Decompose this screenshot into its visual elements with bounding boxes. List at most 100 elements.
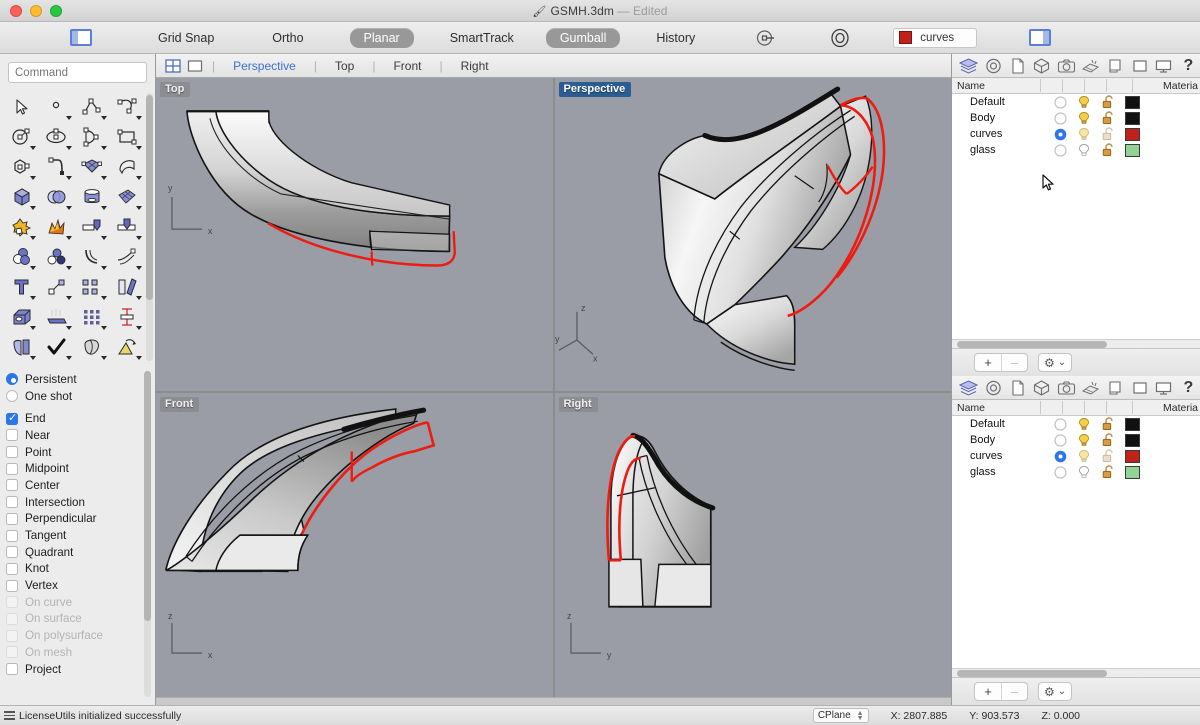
layer-visibility-bulb-glass-top[interactable]	[1072, 143, 1096, 157]
viewport-tab-perspective[interactable]: Perspective	[221, 59, 308, 73]
layer-current-radio-default-top[interactable]	[1048, 95, 1072, 109]
layer-current-radio-glass-top[interactable]	[1048, 143, 1072, 157]
layers-icon[interactable]	[957, 55, 980, 77]
object-icon[interactable]	[1030, 55, 1053, 77]
display-icon-bottom[interactable]	[1128, 377, 1151, 399]
layer-lock-body-bottom[interactable]	[1096, 433, 1120, 447]
layer-color-glass-top[interactable]	[1124, 143, 1140, 157]
right-panel-toggle-icon[interactable]	[1029, 29, 1052, 46]
tool-ellipse[interactable]	[39, 122, 74, 152]
tool-check-object[interactable]	[39, 332, 74, 362]
layer-visibility-bulb-default-top[interactable]	[1072, 95, 1096, 109]
osnap-mode-persistent[interactable]: Persistent	[6, 371, 155, 388]
document-icon-bottom[interactable]	[1006, 377, 1029, 399]
osnap-project[interactable]: Project	[6, 661, 155, 678]
checkbox-icon-near[interactable]	[6, 429, 18, 442]
tool-surface-from-points[interactable]	[75, 152, 110, 182]
tool-curve-fillet[interactable]	[39, 152, 74, 182]
tool-point[interactable]	[39, 92, 74, 122]
checkbox-icon-intersection[interactable]	[6, 496, 18, 509]
osnap-end[interactable]: End	[6, 410, 155, 427]
layer-add-remove-buttons-top[interactable]: + –	[974, 353, 1028, 372]
layer-row-body-bottom[interactable]: Body	[952, 432, 1200, 448]
layer-row-curves-top[interactable]: curves	[952, 126, 1200, 142]
layer-visibility-bulb-glass-bottom[interactable]	[1072, 465, 1096, 479]
toolbar-toggle-grid-snap[interactable]: Grid Snap	[144, 28, 228, 48]
command-input[interactable]	[8, 62, 147, 83]
monitor-icon[interactable]	[1152, 55, 1175, 77]
osnap-perpendicular[interactable]: Perpendicular	[6, 511, 155, 528]
layer-visibility-bulb-default-bottom[interactable]	[1072, 417, 1096, 431]
camera-icon-bottom[interactable]	[1055, 377, 1078, 399]
viewport-front[interactable]: Front z x	[156, 392, 553, 705]
help-icon-bottom[interactable]: ?	[1177, 377, 1200, 399]
layer-current-radio-glass-bottom[interactable]	[1048, 465, 1072, 479]
current-layer-color-swatch[interactable]	[899, 31, 913, 44]
tool-extrude-curve[interactable]	[75, 212, 110, 242]
tool-text[interactable]	[4, 272, 39, 302]
tool-offset-surface[interactable]	[110, 242, 145, 272]
notes-icon-bottom[interactable]	[1103, 377, 1126, 399]
layer-current-radio-body-bottom[interactable]	[1048, 433, 1072, 447]
layer-options-menu-top[interactable]: ⚙ ⌄	[1038, 353, 1073, 372]
layer-color-body-top[interactable]	[1124, 111, 1140, 125]
osnap-knot[interactable]: Knot	[6, 561, 155, 578]
layer-visibility-bulb-curves-bottom[interactable]	[1072, 449, 1096, 463]
tool-sphere[interactable]	[39, 182, 74, 212]
checkbox-icon-perpendicular[interactable]	[6, 512, 18, 525]
osnap-tangent[interactable]: Tangent	[6, 527, 155, 544]
tool-polygon[interactable]	[4, 152, 39, 182]
layer-lock-glass-top[interactable]	[1096, 143, 1120, 157]
osnap-target-icon[interactable]	[827, 26, 853, 50]
tool-surface-mesh[interactable]	[110, 182, 145, 212]
viewport-tab-front[interactable]: Front	[381, 59, 433, 73]
layer-lock-default-top[interactable]	[1096, 95, 1120, 109]
viewport-right[interactable]: Right z y	[554, 392, 951, 705]
display-icon[interactable]	[1128, 55, 1151, 77]
layer-current-radio-default-bottom[interactable]	[1048, 417, 1072, 431]
tool-trim-surface[interactable]	[4, 332, 39, 362]
viewport-perspective-label[interactable]: Perspective	[558, 82, 632, 97]
radio-icon-persistent[interactable]	[6, 373, 18, 386]
cplane-selector[interactable]: CPlane ▲ ▼	[812, 708, 869, 723]
osnap-scrollbar[interactable]	[144, 371, 151, 697]
four-view-layout-icon[interactable]	[162, 57, 184, 75]
layer-panel-hscroll-bottom[interactable]	[952, 668, 1200, 677]
tool-boolean-intersection[interactable]	[39, 242, 74, 272]
osnap-near[interactable]: Near	[6, 427, 155, 444]
tool-extrude-surface[interactable]	[110, 212, 145, 242]
viewport-right-label[interactable]: Right	[558, 396, 598, 412]
toolbar-toggle-history[interactable]: History	[642, 28, 709, 48]
layer-color-default-top[interactable]	[1124, 95, 1140, 109]
checkbox-icon-vertex[interactable]	[6, 579, 18, 592]
tool-render-lights[interactable]	[39, 302, 74, 332]
layer-visibility-bulb-body-top[interactable]	[1072, 111, 1096, 125]
checkbox-icon-end[interactable]	[6, 412, 18, 425]
viewport-front-label[interactable]: Front	[160, 396, 200, 412]
properties-icon-bottom[interactable]	[981, 377, 1004, 399]
tool-boolean-difference[interactable]	[4, 242, 39, 272]
layer-row-default-bottom[interactable]: Default	[952, 416, 1200, 432]
layer-panel-hscroll-top[interactable]	[952, 339, 1200, 348]
tool-box[interactable]	[4, 182, 39, 212]
tool-polyline[interactable]	[75, 92, 110, 122]
toolbar-toggle-ortho[interactable]: Ortho	[258, 28, 317, 48]
osnap-center[interactable]: Center	[6, 477, 155, 494]
tool-connect-points[interactable]	[39, 272, 74, 302]
tool-mirror-object[interactable]	[110, 272, 145, 302]
toolbar-toggle-planar[interactable]: Planar	[349, 27, 414, 48]
object-icon-bottom[interactable]	[1030, 377, 1053, 399]
checkbox-icon-quadrant[interactable]	[6, 546, 18, 559]
tool-surface-patch[interactable]	[110, 152, 145, 182]
layer-row-glass-top[interactable]: glass	[952, 142, 1200, 158]
document-icon[interactable]	[1006, 55, 1029, 77]
viewport-top-label[interactable]: Top	[160, 82, 191, 97]
osnap-mode-one-shot[interactable]: One shot	[6, 388, 155, 405]
current-layer-selector[interactable]: curves	[893, 27, 978, 48]
layer-add-remove-buttons-bottom[interactable]: + –	[974, 682, 1028, 701]
radio-icon-one-shot[interactable]	[6, 390, 18, 403]
tool-circle[interactable]	[4, 122, 39, 152]
single-view-layout-icon[interactable]	[184, 57, 206, 75]
osnap-vertex[interactable]: Vertex	[6, 577, 155, 594]
monitor-icon-bottom[interactable]	[1152, 377, 1175, 399]
